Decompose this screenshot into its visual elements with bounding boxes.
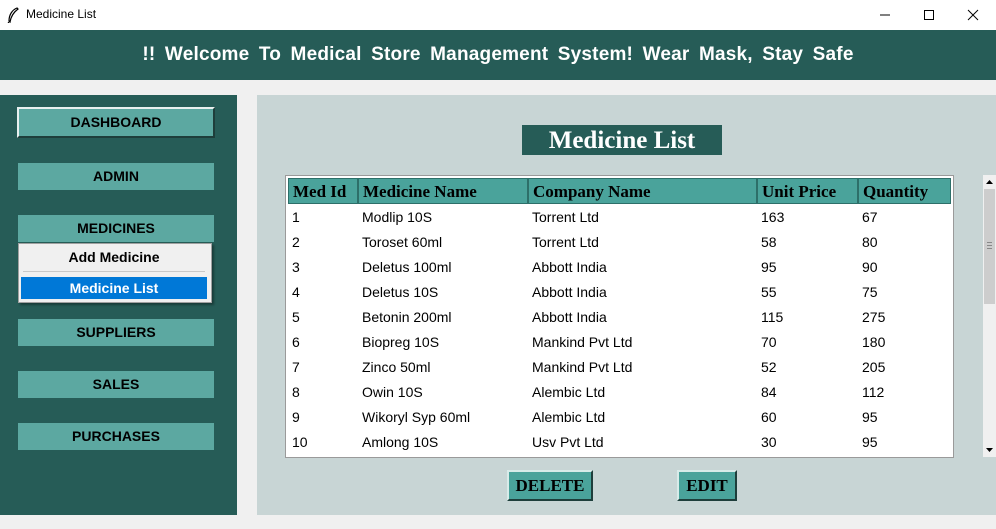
column-header-medicine-name[interactable]: Medicine Name	[358, 178, 528, 204]
maximize-icon	[924, 10, 934, 20]
table-row[interactable]: 4 Deletus 10S Abbott India 55 75	[288, 280, 951, 305]
column-header-quantity[interactable]: Quantity	[858, 178, 951, 204]
quantity-cell: 205	[862, 359, 886, 375]
med-id-cell: 9	[292, 409, 300, 425]
window-titlebar: Medicine List	[0, 0, 996, 30]
table-row[interactable]: 10 Amlong 10S Usv Pvt Ltd 30 95	[288, 430, 951, 455]
company-name-cell: Torrent Ltd	[532, 209, 599, 225]
medicine-name-cell: Zinco 50ml	[362, 359, 431, 375]
welcome-banner: !! Welcome To Medical Store Management S…	[0, 30, 996, 80]
column-header-company-name[interactable]: Company Name	[528, 178, 757, 204]
grip-line	[987, 248, 992, 249]
table-scrollbar[interactable]	[983, 175, 996, 457]
banner-text: !! Welcome To Medical Store Management S…	[142, 44, 854, 65]
close-icon	[967, 9, 979, 21]
unit-price-cell: 30	[761, 434, 777, 450]
med-id-cell: 7	[292, 359, 300, 375]
med-id-cell: 3	[292, 259, 300, 275]
scroll-down-arrow-icon[interactable]	[983, 443, 996, 457]
sidebar: DASHBOARD ADMIN MEDICINES SUPPLIERS SALE…	[0, 95, 237, 515]
med-id-cell: 10	[292, 434, 308, 450]
page-title: Medicine List	[522, 125, 722, 155]
table-row[interactable]: 5 Betonin 200ml Abbott India 115 275	[288, 305, 951, 330]
company-name-cell: Abbott India	[532, 284, 607, 300]
quantity-cell: 67	[862, 209, 878, 225]
unit-price-cell: 58	[761, 234, 777, 250]
minimize-button[interactable]	[862, 0, 908, 30]
table-row[interactable]: 3 Deletus 100ml Abbott India 95 90	[288, 255, 951, 280]
menu-item-add-medicine[interactable]: Add Medicine	[21, 246, 207, 268]
medicine-name-cell: Deletus 10S	[362, 284, 439, 300]
unit-price-cell: 60	[761, 409, 777, 425]
med-id-cell: 2	[292, 234, 300, 250]
company-name-cell: Alembic Ltd	[532, 409, 606, 425]
grip-line	[987, 245, 992, 246]
menu-item-medicine-list[interactable]: Medicine List	[21, 277, 207, 299]
feather-icon	[7, 7, 19, 23]
unit-price-cell: 84	[761, 384, 777, 400]
company-name-cell: Torrent Ltd	[532, 234, 599, 250]
unit-price-cell: 95	[761, 259, 777, 275]
company-name-cell: Abbott India	[532, 309, 607, 325]
content-panel: Medicine List Med Id Medicine Name Compa…	[257, 95, 996, 515]
med-id-cell: 1	[292, 209, 300, 225]
quantity-cell: 180	[862, 334, 886, 350]
medicine-name-cell: Deletus 100ml	[362, 259, 452, 275]
medicine-name-cell: Wikoryl Syp 60ml	[362, 409, 471, 425]
table-row[interactable]: 7 Zinco 50ml Mankind Pvt Ltd 52 205	[288, 355, 951, 380]
quantity-cell: 112	[862, 384, 885, 400]
menu-separator	[23, 271, 205, 272]
sidebar-item-purchases[interactable]: PURCHASES	[18, 423, 214, 450]
medicines-dropdown-menu: Add Medicine Medicine List	[18, 243, 212, 303]
sidebar-item-dashboard[interactable]: DASHBOARD	[17, 107, 215, 138]
quantity-cell: 95	[862, 409, 878, 425]
unit-price-cell: 115	[761, 309, 784, 325]
medicine-name-cell: Toroset 60ml	[362, 234, 443, 250]
table-row[interactable]: 1 Modlip 10S Torrent Ltd 163 67	[288, 205, 951, 230]
sidebar-item-suppliers[interactable]: SUPPLIERS	[18, 319, 214, 346]
medicine-name-cell: Amlong 10S	[362, 434, 439, 450]
close-button[interactable]	[950, 0, 996, 30]
scroll-up-arrow-icon[interactable]	[983, 175, 996, 189]
table-row[interactable]: 9 Wikoryl Syp 60ml Alembic Ltd 60 95	[288, 405, 951, 430]
grip-line	[987, 242, 992, 243]
maximize-button[interactable]	[906, 0, 952, 30]
unit-price-cell: 55	[761, 284, 777, 300]
med-id-cell: 8	[292, 384, 300, 400]
sidebar-item-sales[interactable]: SALES	[18, 371, 214, 398]
med-id-cell: 6	[292, 334, 300, 350]
medicine-name-cell: Betonin 200ml	[362, 309, 452, 325]
medicine-name-cell: Biopreg 10S	[362, 334, 440, 350]
table-row[interactable]: 8 Owin 10S Alembic Ltd 84 112	[288, 380, 951, 405]
medicine-name-cell: Modlip 10S	[362, 209, 433, 225]
company-name-cell: Mankind Pvt Ltd	[532, 359, 633, 375]
medicine-table: Med Id Medicine Name Company Name Unit P…	[285, 175, 954, 458]
medicine-name-cell: Owin 10S	[362, 384, 423, 400]
quantity-cell: 90	[862, 259, 878, 275]
table-row[interactable]: 6 Biopreg 10S Mankind Pvt Ltd 70 180	[288, 330, 951, 355]
quantity-cell: 80	[862, 234, 878, 250]
minimize-icon	[880, 14, 890, 16]
quantity-cell: 75	[862, 284, 878, 300]
company-name-cell: Mankind Pvt Ltd	[532, 334, 633, 350]
sidebar-item-medicines[interactable]: MEDICINES	[18, 215, 214, 242]
column-header-med-id[interactable]: Med Id	[288, 178, 358, 204]
delete-button[interactable]: DELETE	[507, 470, 593, 501]
med-id-cell: 4	[292, 284, 300, 300]
column-header-unit-price[interactable]: Unit Price	[757, 178, 858, 204]
window-title: Medicine List	[26, 7, 97, 21]
unit-price-cell: 70	[761, 334, 777, 350]
unit-price-cell: 163	[761, 209, 785, 225]
company-name-cell: Alembic Ltd	[532, 384, 606, 400]
sidebar-item-admin[interactable]: ADMIN	[18, 163, 214, 190]
quantity-cell: 275	[862, 309, 886, 325]
unit-price-cell: 52	[761, 359, 777, 375]
edit-button[interactable]: EDIT	[677, 470, 737, 501]
company-name-cell: Usv Pvt Ltd	[532, 434, 604, 450]
table-row[interactable]: 2 Toroset 60ml Torrent Ltd 58 80	[288, 230, 951, 255]
med-id-cell: 5	[292, 309, 300, 325]
company-name-cell: Abbott India	[532, 259, 607, 275]
quantity-cell: 95	[862, 434, 878, 450]
scrollbar-thumb[interactable]	[984, 189, 995, 304]
